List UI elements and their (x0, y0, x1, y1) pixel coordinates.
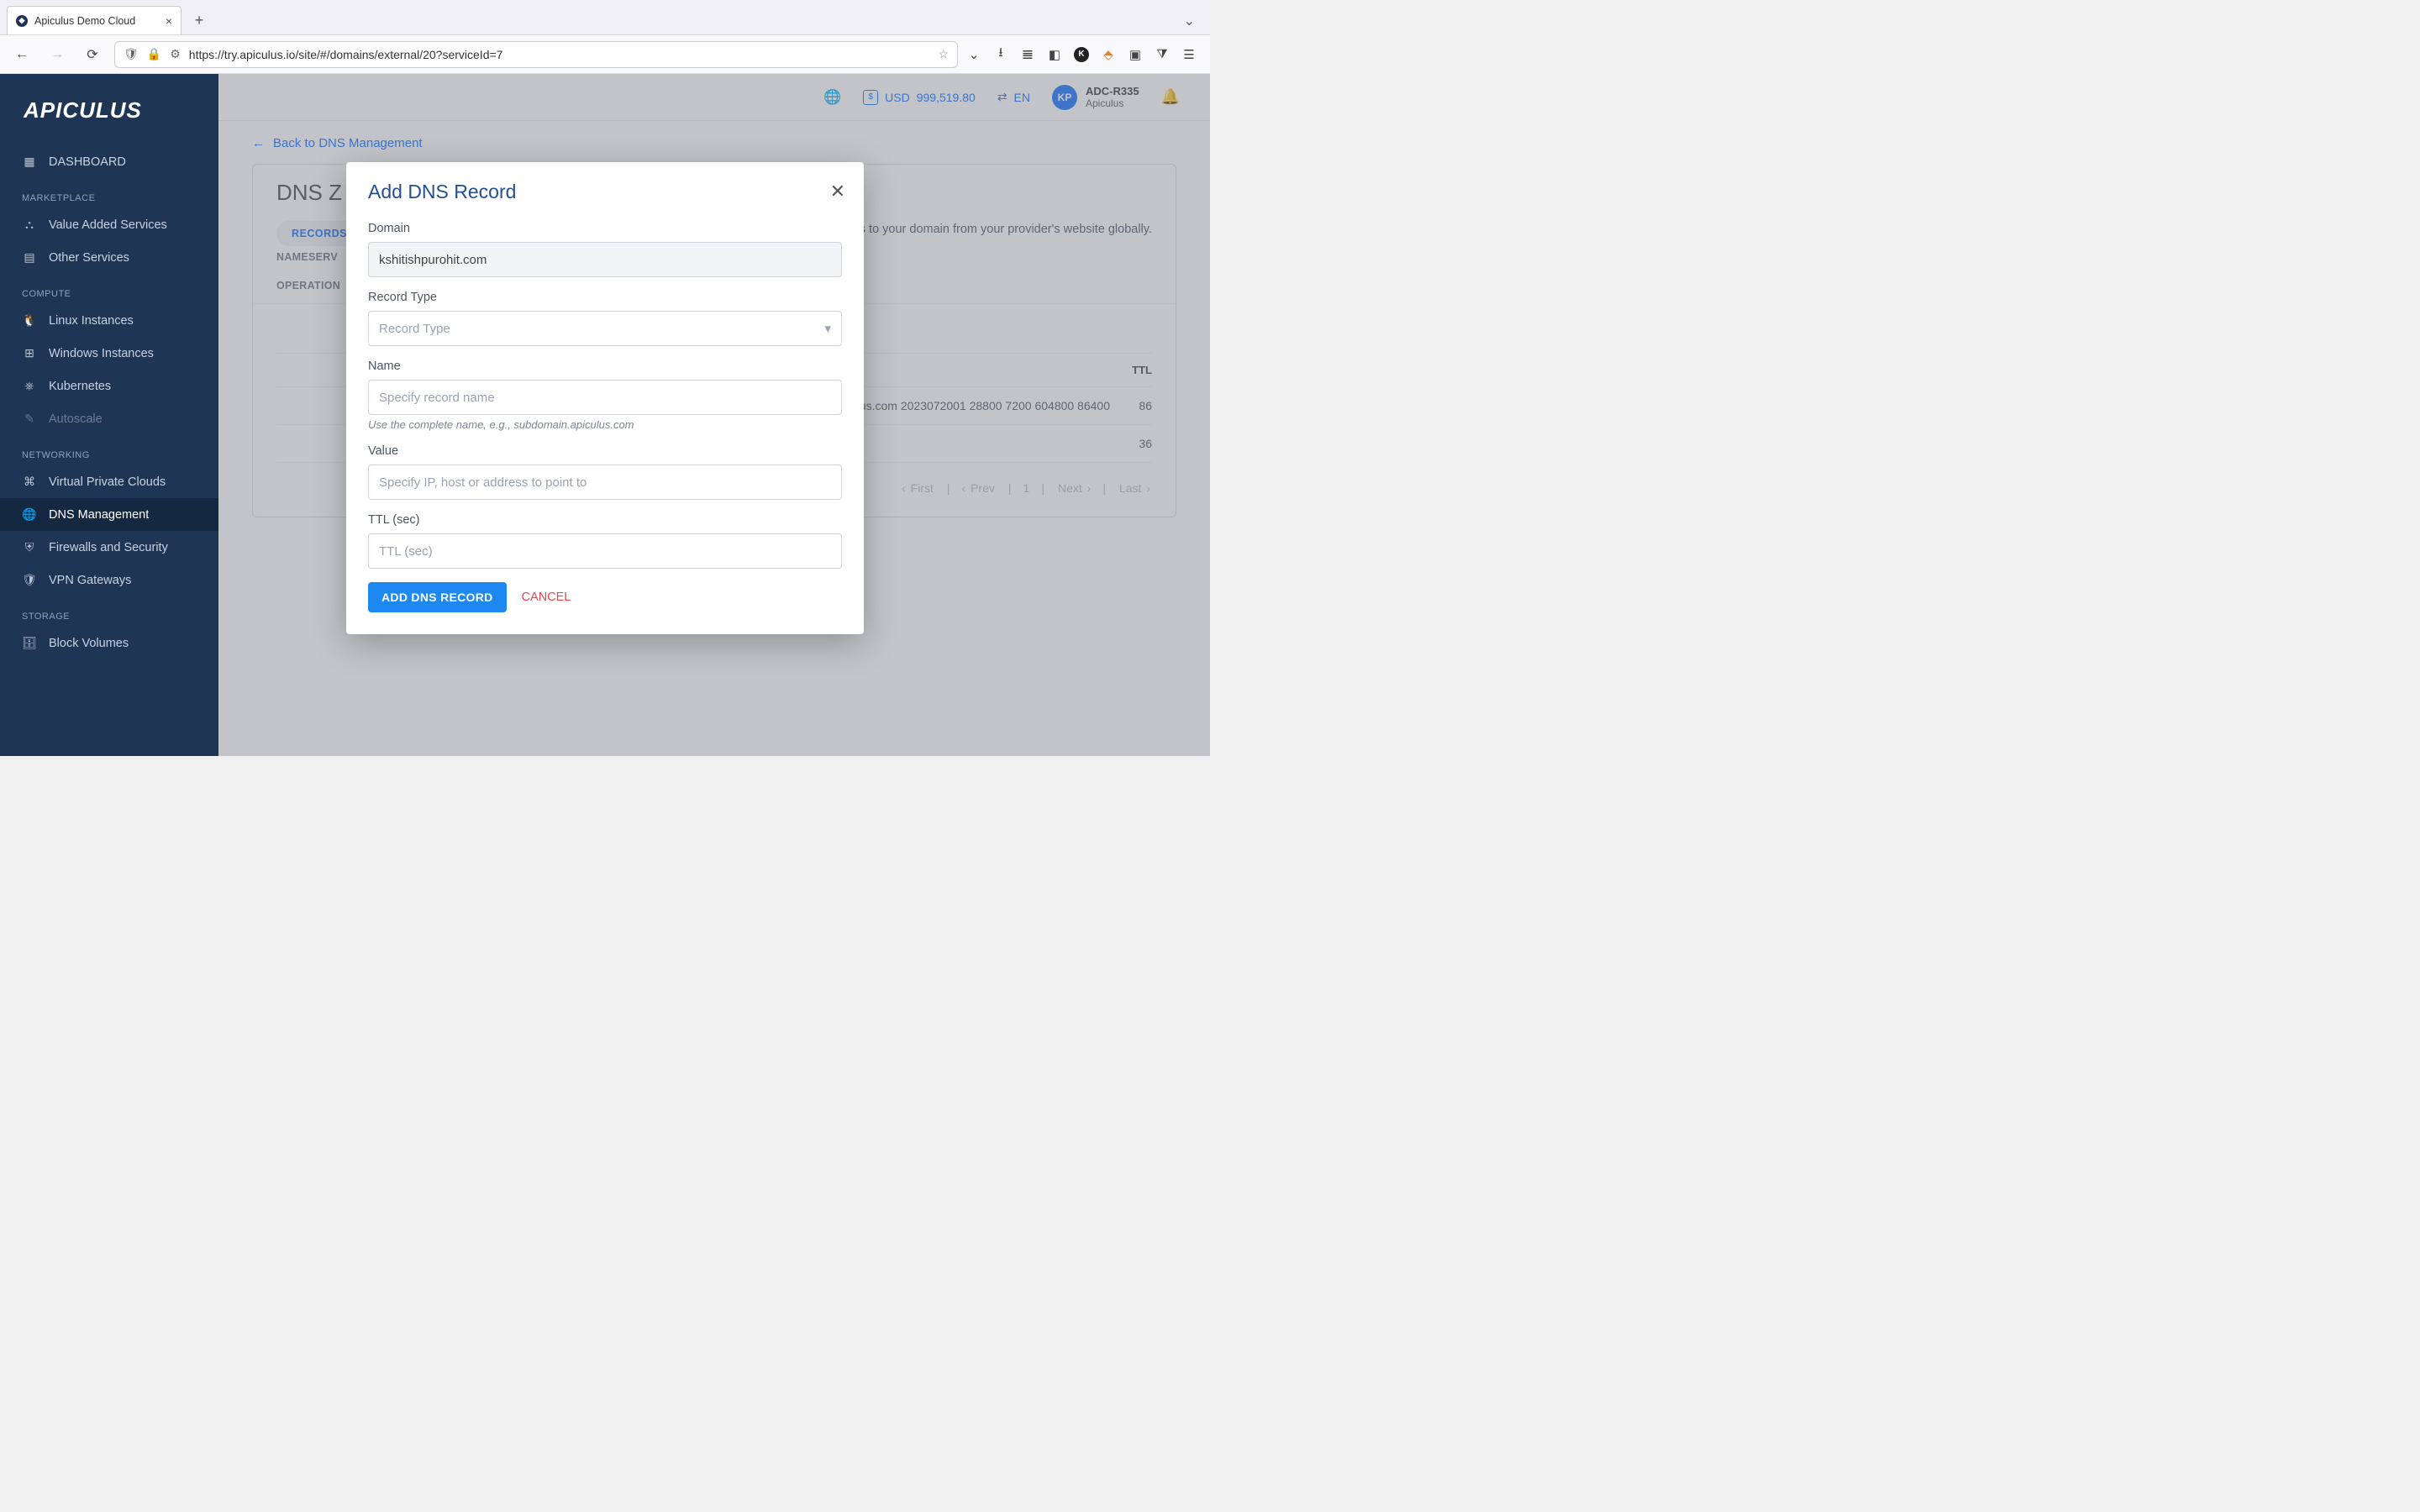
sidebar-section-storage: STORAGE (0, 596, 218, 627)
sidebar: APICULUS ▦ DASHBOARD MARKETPLACE ⛬ Value… (0, 74, 218, 756)
sidebar-item-vpc[interactable]: ⌘ Virtual Private Clouds (0, 465, 218, 498)
browser-tab[interactable]: ◆ Apiculus Demo Cloud × (7, 6, 182, 34)
input-ttl[interactable] (368, 533, 842, 569)
sidebar-section-compute: COMPUTE (0, 274, 218, 304)
nav-forward-button[interactable]: → (44, 41, 71, 68)
label-name: Name (368, 360, 842, 373)
extension-crop-icon[interactable]: ▣ (1128, 47, 1143, 62)
field-record-type: Record Type Record Type ▾ (368, 291, 842, 346)
extensions-icon[interactable]: ⧩ (1155, 47, 1170, 62)
modal-actions: ADD DNS RECORD CANCEL (368, 582, 842, 612)
close-tab-icon[interactable]: × (166, 14, 172, 28)
download-icon[interactable]: ⭳ (993, 47, 1008, 62)
browser-tab-strip: ◆ Apiculus Demo Cloud × + ⌄ (0, 0, 1210, 35)
dashboard-icon: ▦ (22, 155, 37, 169)
sidebar-item-label: Windows Instances (49, 347, 154, 360)
sidebar-item-label: Autoscale (49, 412, 103, 426)
sidebar-item-label: DASHBOARD (49, 155, 126, 169)
firewall-icon: ⛨ (22, 540, 37, 554)
metamask-icon[interactable]: ⬘ (1101, 47, 1116, 62)
modal-title: Add DNS Record (368, 181, 842, 203)
input-name[interactable] (368, 380, 842, 415)
tab-overflow-icon[interactable]: ⌄ (1176, 8, 1203, 34)
field-domain: Domain (368, 222, 842, 277)
sidebar-section-marketplace: MARKETPLACE (0, 178, 218, 208)
sidebar-item-label: VPN Gateways (49, 574, 131, 587)
sidebar-item-kubernetes[interactable]: ⎈ Kubernetes (0, 370, 218, 402)
sidebar-item-label: Value Added Services (49, 218, 167, 232)
url-bar[interactable]: 🛡︎ 🔒 ⚙︎ https://try.apiculus.io/site/#/d… (114, 41, 958, 68)
add-dns-record-button[interactable]: ADD DNS RECORD (368, 582, 507, 612)
grid-icon: ▤ (22, 250, 37, 265)
kubernetes-icon: ⎈ (22, 379, 37, 393)
close-icon[interactable]: ✕ (830, 181, 845, 202)
label-domain: Domain (368, 222, 842, 235)
field-value: Value (368, 444, 842, 500)
sidebar-item-linux[interactable]: 🐧 Linux Instances (0, 304, 218, 337)
toolbar-right-icons: ⌄ ⭳ 𝌆 ◧ K ⬘ ▣ ⧩ ☰ (966, 47, 1202, 62)
linux-icon: 🐧 (22, 313, 37, 328)
sidebar-item-block[interactable]: 🗄︎ Block Volumes (0, 627, 218, 659)
sidebar-item-label: DNS Management (49, 508, 149, 522)
cancel-button[interactable]: CANCEL (522, 591, 571, 604)
sidebar-item-other[interactable]: ▤ Other Services (0, 241, 218, 274)
shop-icon: ⛬ (22, 218, 37, 232)
sidebar-icon[interactable]: ◧ (1047, 47, 1062, 62)
hint-name: Use the complete name, e.g., subdomain.a… (368, 418, 842, 431)
input-value[interactable] (368, 465, 842, 500)
brand-logo: APICULUS (0, 89, 218, 145)
sidebar-item-label: Virtual Private Clouds (49, 475, 166, 489)
sidebar-item-label: Kubernetes (49, 380, 111, 393)
sidebar-item-dashboard[interactable]: ▦ DASHBOARD (0, 145, 218, 178)
sidebar-item-firewalls[interactable]: ⛨ Firewalls and Security (0, 531, 218, 564)
pocket-icon[interactable]: ⌄ (966, 47, 981, 62)
url-text: https://try.apiculus.io/site/#/domains/e… (189, 48, 930, 61)
permissions-icon: ⚙︎ (170, 47, 181, 61)
sidebar-item-vas[interactable]: ⛬ Value Added Services (0, 208, 218, 241)
label-record-type: Record Type (368, 291, 842, 304)
nav-back-button[interactable]: ← (8, 41, 35, 68)
bookmark-star-icon[interactable]: ☆ (938, 47, 949, 61)
shield-icon: 🛡︎ (22, 573, 37, 587)
disk-icon: 🗄︎ (22, 636, 37, 650)
network-icon: ⌘ (22, 475, 37, 489)
sidebar-item-dns[interactable]: 🌐 DNS Management (0, 498, 218, 531)
label-value: Value (368, 444, 842, 458)
new-tab-button[interactable]: + (187, 8, 212, 33)
select-record-type[interactable]: Record Type ▾ (368, 311, 842, 346)
favicon-icon: ◆ (16, 15, 28, 27)
select-placeholder: Record Type (379, 322, 450, 336)
input-domain (368, 242, 842, 277)
nav-reload-button[interactable]: ⟳ (79, 41, 106, 68)
globe-icon: 🌐 (22, 507, 37, 522)
shield-icon: 🛡︎ (124, 47, 139, 61)
extension-k-icon[interactable]: K (1074, 47, 1089, 62)
chevron-down-icon: ▾ (824, 321, 831, 336)
sidebar-item-label: Firewalls and Security (49, 541, 168, 554)
autoscale-icon: ✎ (22, 412, 37, 426)
sidebar-item-windows[interactable]: ⊞ Windows Instances (0, 337, 218, 370)
windows-icon: ⊞ (22, 346, 37, 360)
hamburger-menu-icon[interactable]: ☰ (1181, 47, 1197, 62)
sidebar-item-label: Linux Instances (49, 314, 134, 328)
sidebar-item-label: Block Volumes (49, 637, 129, 650)
label-ttl: TTL (sec) (368, 513, 842, 527)
add-dns-record-modal: Add DNS Record ✕ Domain Record Type Reco… (346, 162, 864, 634)
browser-toolbar: ← → ⟳ 🛡︎ 🔒 ⚙︎ https://try.apiculus.io/si… (0, 35, 1210, 74)
library-icon[interactable]: 𝌆 (1020, 47, 1035, 62)
lock-icon: 🔒 (147, 47, 161, 61)
field-ttl: TTL (sec) (368, 513, 842, 569)
sidebar-item-label: Other Services (49, 251, 129, 265)
field-name: Name Use the complete name, e.g., subdom… (368, 360, 842, 431)
sidebar-item-autoscale[interactable]: ✎ Autoscale (0, 402, 218, 435)
sidebar-section-networking: NETWORKING (0, 435, 218, 465)
tab-title: Apiculus Demo Cloud (34, 15, 135, 27)
sidebar-item-vpn[interactable]: 🛡︎ VPN Gateways (0, 564, 218, 596)
